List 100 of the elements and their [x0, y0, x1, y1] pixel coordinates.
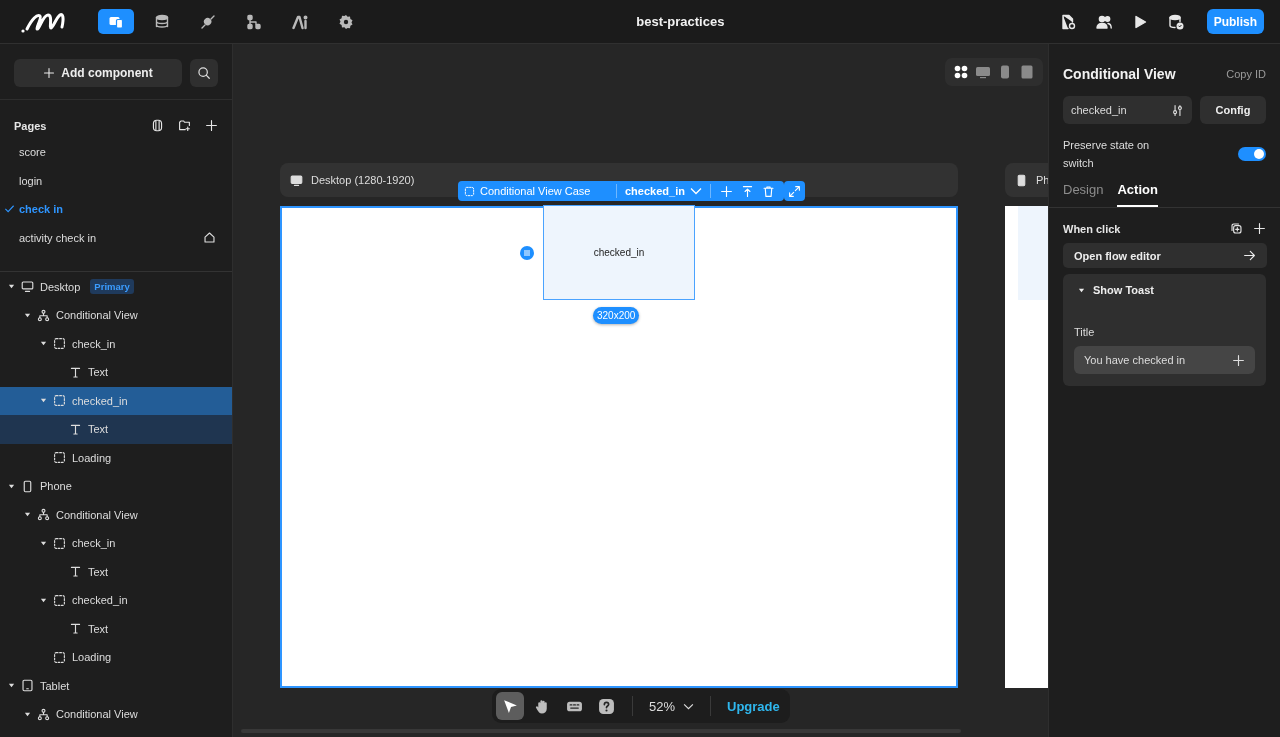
size-badge: 320x200: [593, 307, 640, 324]
page-item[interactable]: activity check in: [0, 223, 232, 252]
plus-icon: [43, 67, 56, 79]
layer-row[interactable]: Desktop Primary: [0, 272, 232, 301]
search-button[interactable]: [190, 59, 218, 87]
page-item[interactable]: score: [0, 138, 232, 167]
device-toggle[interactable]: [1019, 64, 1035, 80]
phone-icon: [1015, 173, 1028, 187]
layer-row[interactable]: Text: [0, 614, 232, 643]
sliders-icon: [1171, 103, 1184, 117]
home-icon: [203, 231, 216, 245]
element-type-label: Conditional View Case: [480, 185, 591, 197]
layer-row[interactable]: Loading: [0, 443, 232, 472]
layer-label: Text: [88, 565, 109, 578]
copy-id-link[interactable]: Copy ID: [1226, 68, 1266, 80]
layer-label: Conditional View: [56, 708, 138, 721]
pointer-icon: [501, 697, 519, 715]
settings-icon: [338, 13, 354, 30]
check-icon: [4, 203, 15, 214]
tablet-icon: [21, 679, 34, 693]
branch-icon: [37, 308, 50, 322]
folder-plus-icon: [178, 119, 191, 132]
plus-icon: [1232, 353, 1245, 367]
chevron-down-icon: [689, 187, 702, 195]
ai-icon: [292, 13, 308, 30]
inspector-title: Conditional View: [1063, 66, 1176, 82]
open-flow-editor-button[interactable]: Open flow editor: [1063, 243, 1267, 268]
upgrade-link[interactable]: Upgrade: [723, 698, 784, 714]
config-button[interactable]: Config: [1200, 96, 1266, 124]
dashed-square-icon: [53, 536, 66, 550]
layer-row[interactable]: Conditional View: [0, 500, 232, 529]
layer-label: check_in: [72, 537, 116, 550]
page-item[interactable]: check in: [0, 195, 232, 224]
layer-row[interactable]: Conditional View: [0, 700, 232, 729]
layer-label: Loading: [72, 651, 112, 664]
layer-row[interactable]: Conditional View: [0, 301, 232, 330]
search-icon: [197, 66, 211, 80]
layer-label: Phone: [40, 480, 72, 493]
layer-label: checked_in: [72, 394, 128, 407]
layer-row[interactable]: Text: [0, 415, 232, 444]
database-check-icon: [1167, 13, 1184, 30]
tool-button[interactable]: [496, 692, 524, 720]
zoom-dropdown[interactable]: 52%: [645, 698, 699, 714]
phone-icon: [21, 479, 34, 493]
action-header[interactable]: Show Toast: [1074, 284, 1154, 296]
selected-case-box[interactable]: checked_in: [543, 205, 695, 300]
field-label: Title: [1074, 326, 1096, 338]
dashed-square-icon: [53, 394, 66, 408]
layer-label: Loading: [72, 451, 112, 464]
page-item[interactable]: login: [0, 166, 232, 195]
panel-tab[interactable]: Design: [1063, 176, 1104, 207]
text-icon: [69, 422, 82, 436]
pages-title: Pages: [14, 119, 48, 132]
plus-icon: [1253, 222, 1266, 235]
layer-row[interactable]: Tablet: [0, 671, 232, 700]
layer-row[interactable]: checked_in: [0, 386, 232, 415]
layer-row[interactable]: Loading: [0, 643, 232, 672]
case-select-field[interactable]: checked_in: [1063, 96, 1192, 124]
dashed-square-icon: [53, 593, 66, 607]
menu-icon: [523, 249, 531, 257]
frame-label: Ph: [1036, 174, 1048, 186]
primary-badge: Primary: [90, 279, 134, 295]
layer-label: Text: [88, 622, 109, 635]
help-icon: [597, 697, 615, 715]
layer-row[interactable]: Text: [0, 557, 232, 586]
dashed-square-icon: [53, 337, 66, 351]
nav-tab[interactable]: [98, 9, 134, 34]
copy-plus-icon: [1230, 222, 1243, 235]
layer-label: Text: [88, 423, 109, 436]
text-icon: [69, 622, 82, 636]
layer-row[interactable]: check_in: [0, 529, 232, 558]
device-toggle[interactable]: [975, 64, 991, 80]
project-title: best-practices: [635, 14, 726, 29]
plus-icon: [205, 119, 218, 132]
plus-icon: [719, 184, 733, 198]
arrow-right-icon: [1243, 249, 1256, 262]
device-toggle[interactable]: [953, 64, 969, 80]
users-icon: [1095, 13, 1112, 30]
flow-icon: [246, 13, 262, 30]
panel-tab[interactable]: Action: [1117, 176, 1158, 207]
layer-label: Conditional View: [56, 508, 138, 521]
preserve-state-label: Preserve state on switch: [1063, 138, 1151, 171]
preserve-state-toggle[interactable]: [1238, 147, 1266, 161]
layer-label: Tablet: [40, 679, 70, 692]
expand-button[interactable]: [784, 181, 805, 201]
database-icon: [154, 13, 170, 30]
add-component-button[interactable]: Add component: [14, 59, 182, 87]
text-icon: [69, 565, 82, 579]
layer-label: checked_in: [72, 594, 128, 607]
dashed-square-icon: [53, 451, 66, 465]
layer-row[interactable]: Text: [0, 358, 232, 387]
layer-row[interactable]: check_in: [0, 329, 232, 358]
layer-row[interactable]: Phone: [0, 472, 232, 501]
dashed-square-icon: [53, 650, 66, 664]
layer-row[interactable]: checked_in: [0, 586, 232, 615]
title-input-field[interactable]: You have checked in: [1074, 346, 1255, 374]
caret-icon: [1078, 286, 1085, 294]
dashed-square-icon: [464, 185, 475, 197]
monitor-icon: [290, 173, 303, 187]
frame-label: Desktop (1280-1920): [311, 174, 415, 186]
